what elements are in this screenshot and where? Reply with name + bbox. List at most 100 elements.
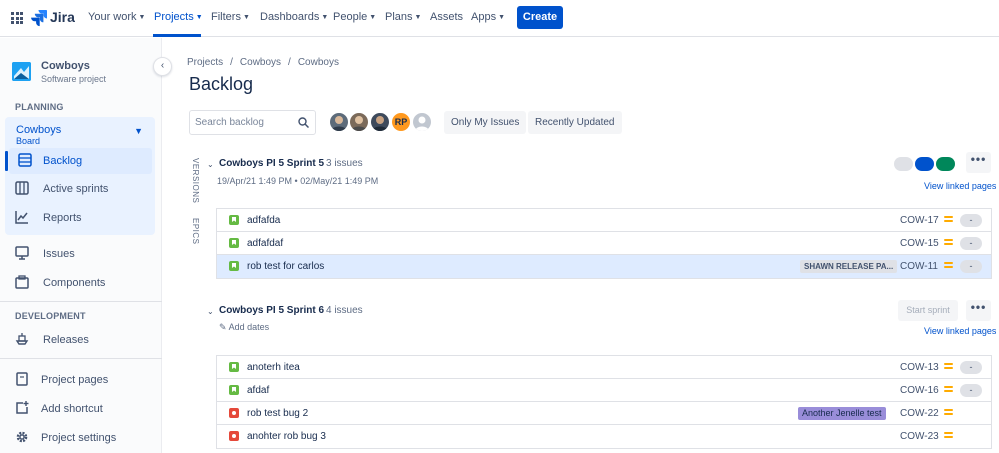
priority-medium-icon xyxy=(944,363,953,371)
sidebar-item-issues[interactable]: Issues xyxy=(0,241,160,267)
nav-people[interactable]: People ▼ xyxy=(333,11,376,23)
nav-apps[interactable]: Apps ▼ xyxy=(471,11,505,23)
priority-medium-icon xyxy=(944,262,953,270)
epic-lozenge[interactable]: SHAWN RELEASE PA... xyxy=(800,260,898,273)
avatar[interactable]: RP xyxy=(390,111,412,133)
priority-medium-icon xyxy=(944,409,953,417)
issue-row[interactable]: rob test for carlos SHAWN RELEASE PA... … xyxy=(217,255,991,278)
user-photo-icon xyxy=(331,116,347,131)
todo-count-badge xyxy=(894,157,913,171)
nav-projects[interactable]: Projects ▼ xyxy=(154,11,203,23)
issue-row[interactable]: rob test bug 2 Another Jenelle test COW-… xyxy=(217,402,991,425)
chevron-down-icon[interactable]: ⌄ xyxy=(207,307,214,316)
issue-row[interactable]: afdaf COW-16 - xyxy=(217,379,991,402)
project-avatar[interactable] xyxy=(12,62,31,81)
issue-row[interactable]: anohter rob bug 3 COW-23 xyxy=(217,425,991,448)
sidebar-item-active-sprints[interactable]: Active sprints xyxy=(0,176,160,202)
priority-medium-icon xyxy=(944,239,953,247)
nav-filters[interactable]: Filters ▼ xyxy=(211,11,250,23)
view-linked-pages-link[interactable]: View linked pages xyxy=(924,326,996,336)
sidebar-divider xyxy=(0,301,162,302)
issue-key[interactable]: COW-15 xyxy=(900,238,939,249)
sidebar-item-reports[interactable]: Reports xyxy=(0,205,160,231)
jira-logo-icon[interactable] xyxy=(31,9,47,27)
nav-label: Projects xyxy=(154,11,194,23)
breadcrumb-project[interactable]: Cowboys xyxy=(240,57,281,68)
sprint-issue-list: adfafda COW-17 - adfafdaf COW-15 - rob t… xyxy=(216,208,992,279)
sidebar-item-project-settings[interactable]: Project settings xyxy=(0,425,160,451)
development-section-label: DEVELOPMENT xyxy=(15,311,86,321)
sprint-issue-count: 4 issues xyxy=(326,305,363,316)
product-name[interactable]: Jira xyxy=(50,9,75,25)
only-my-issues-button[interactable]: Only My Issues xyxy=(444,111,527,134)
nav-plans[interactable]: Plans ▼ xyxy=(385,11,421,23)
app-switcher-icon[interactable] xyxy=(11,12,23,24)
recently-updated-button[interactable]: Recently Updated xyxy=(528,111,622,134)
issue-summary: anoterh itea xyxy=(247,362,300,373)
chevron-down-icon: ▼ xyxy=(242,14,250,21)
project-logo-icon xyxy=(12,62,31,81)
search-input[interactable] xyxy=(190,111,290,134)
issue-row[interactable]: adfafda COW-17 - xyxy=(217,209,991,232)
estimate-badge[interactable]: - xyxy=(960,260,982,273)
sidebar-item-backlog[interactable]: Backlog xyxy=(9,148,152,174)
add-dates-link[interactable]: ✎ Add dates xyxy=(219,322,269,333)
sprint-more-button[interactable]: ••• xyxy=(966,300,991,321)
story-icon xyxy=(229,238,239,248)
nav-assets[interactable]: Assets xyxy=(430,11,463,23)
backlog-icon xyxy=(18,153,32,167)
sidebar-item-label: Releases xyxy=(43,334,89,346)
nav-label: Your work xyxy=(88,11,137,23)
issue-key[interactable]: COW-11 xyxy=(900,261,938,272)
page-icon xyxy=(16,372,28,386)
nav-dashboards[interactable]: Dashboards ▼ xyxy=(260,11,328,23)
start-sprint-button[interactable]: Start sprint xyxy=(898,300,958,321)
chevron-down-icon[interactable]: ⌄ xyxy=(207,160,214,169)
issue-row[interactable]: anoterh itea COW-13 - xyxy=(217,356,991,379)
sidebar-divider xyxy=(0,358,162,359)
search-backlog xyxy=(189,110,316,135)
project-name[interactable]: Cowboys xyxy=(41,60,90,72)
estimate-badge[interactable]: - xyxy=(960,214,982,227)
chevron-down-icon: ▼ xyxy=(498,14,506,21)
sprint-name[interactable]: Cowboys PI 5 Sprint 6 xyxy=(219,305,324,316)
sidebar-item-project-pages[interactable]: Project pages xyxy=(0,367,160,393)
issue-key[interactable]: COW-13 xyxy=(900,362,939,373)
estimate-badge[interactable]: - xyxy=(960,361,982,374)
collapse-sidebar-button[interactable]: ‹ xyxy=(153,57,172,76)
issue-key[interactable]: COW-23 xyxy=(900,431,939,442)
issue-key[interactable]: COW-22 xyxy=(900,408,939,419)
epics-tab[interactable]: EPICS xyxy=(191,218,200,245)
chevron-down-icon: ▼ xyxy=(414,14,422,21)
issue-summary: adfafda xyxy=(247,215,281,226)
sprint-issue-list: anoterh itea COW-13 - afdaf COW-16 - rob… xyxy=(216,355,992,449)
sprint-more-button[interactable]: ••• xyxy=(966,152,991,173)
issue-row[interactable]: adfafdaf COW-15 - xyxy=(217,232,991,255)
search-icon xyxy=(298,117,309,128)
breadcrumb-board[interactable]: Cowboys xyxy=(298,57,339,68)
create-button[interactable]: Create xyxy=(517,6,563,29)
avatar[interactable] xyxy=(411,111,433,133)
avatar[interactable] xyxy=(369,111,391,133)
avatar[interactable] xyxy=(348,111,370,133)
sprint-name[interactable]: Cowboys PI 5 Sprint 5 xyxy=(219,158,324,169)
estimate-badge[interactable]: - xyxy=(960,237,982,250)
sidebar-item-label: Reports xyxy=(43,212,82,224)
versions-tab[interactable]: VERSIONS xyxy=(191,158,200,203)
sidebar-item-add-shortcut[interactable]: Add shortcut xyxy=(0,396,160,422)
nav-label: Assets xyxy=(430,11,464,23)
issue-key[interactable]: COW-16 xyxy=(900,385,939,396)
breadcrumb-separator: / xyxy=(230,57,233,68)
sidebar-item-components[interactable]: Components xyxy=(0,270,160,296)
active-nav-indicator xyxy=(153,34,201,37)
epic-lozenge[interactable]: Another Jenelle test xyxy=(798,407,886,420)
priority-medium-icon xyxy=(944,432,953,440)
avatar[interactable] xyxy=(328,111,350,133)
view-linked-pages-link[interactable]: View linked pages xyxy=(924,181,996,191)
issue-key[interactable]: COW-17 xyxy=(900,215,939,226)
user-photo-icon xyxy=(351,116,367,131)
breadcrumb-projects[interactable]: Projects xyxy=(187,57,223,68)
sidebar-item-releases[interactable]: Releases xyxy=(0,327,160,353)
estimate-badge[interactable]: - xyxy=(960,384,982,397)
nav-your-work[interactable]: Your work ▼ xyxy=(88,11,145,23)
